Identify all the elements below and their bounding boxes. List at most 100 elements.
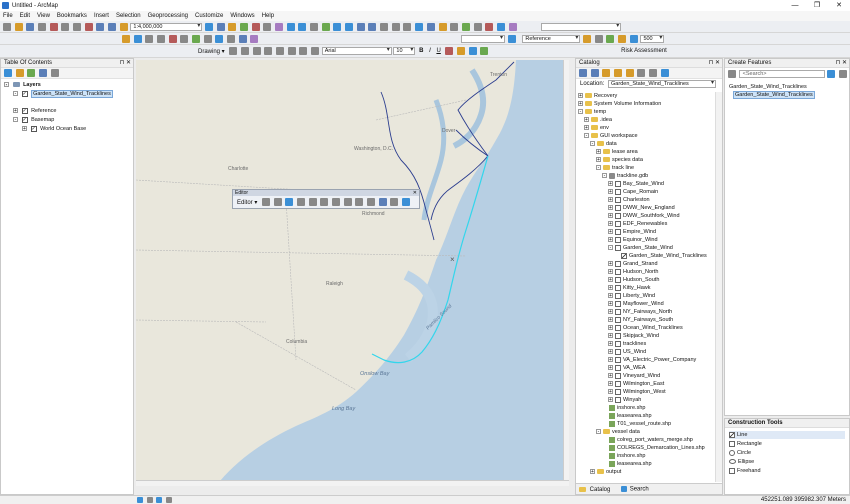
cut-polygons-icon[interactable]: [343, 198, 352, 206]
split-icon[interactable]: [355, 198, 364, 206]
organize-templates-icon[interactable]: [728, 70, 736, 78]
visibility-checkbox[interactable]: ✓: [21, 90, 28, 97]
catalog-item[interactable]: + DWW_Southfork_Wind: [608, 212, 680, 220]
python-window-icon[interactable]: [263, 23, 272, 31]
menu-geoprocessing[interactable]: Geoprocessing: [148, 13, 188, 19]
location-combo[interactable]: Garden_State_Wind_Tracklines: [608, 80, 717, 88]
catalog-item[interactable]: + US_Wind: [608, 348, 646, 356]
rotate-tool-icon[interactable]: [367, 198, 376, 206]
menu-customize[interactable]: Customize: [195, 13, 223, 19]
catalog-item[interactable]: + EDF_Renewables: [608, 220, 667, 228]
full-extent-icon[interactable]: [321, 23, 330, 31]
expand-icon[interactable]: +: [608, 293, 613, 299]
catalog-item[interactable]: - Garden_State_Wind: [608, 244, 673, 252]
menu-insert[interactable]: Insert: [94, 13, 109, 19]
line-color-icon[interactable]: [468, 47, 477, 55]
find-route-icon[interactable]: [473, 23, 482, 31]
expand-icon[interactable]: +: [608, 317, 613, 323]
expand-icon[interactable]: +: [608, 237, 613, 243]
go-forward-icon[interactable]: [368, 23, 377, 31]
fixed-zoom-in-icon[interactable]: [333, 23, 342, 31]
reference-tool-icon[interactable]: [594, 35, 603, 43]
expand-icon[interactable]: +: [608, 181, 613, 187]
collapse-icon[interactable]: -: [13, 91, 18, 97]
tool-freehand[interactable]: Freehand: [729, 467, 761, 475]
catalog-item[interactable]: + Cape_Romain: [608, 188, 658, 196]
list-by-source-icon[interactable]: [15, 69, 24, 77]
sketch-properties-icon[interactable]: [390, 198, 399, 206]
catalog-item[interactable]: +COLREGS_Demarcation_Lines.shp: [602, 444, 705, 452]
catalog-item[interactable]: - GUI workspace: [584, 132, 638, 140]
collapse-icon[interactable]: -: [602, 173, 607, 179]
marker-icon[interactable]: [299, 47, 308, 55]
maximize-button[interactable]: ❐: [806, 0, 828, 11]
cut-icon[interactable]: [49, 23, 58, 31]
expand-icon[interactable]: +: [608, 213, 613, 219]
catalog-item[interactable]: +Garden_State_Wind_Tracklines: [614, 252, 707, 260]
pin-icon[interactable]: ⊓ ✕: [709, 59, 720, 68]
text-icon[interactable]: [287, 47, 296, 55]
edit-tool-icon[interactable]: [262, 198, 271, 206]
tracking-icon[interactable]: [250, 35, 259, 43]
expand-icon[interactable]: +: [608, 389, 613, 395]
visibility-checkbox[interactable]: ✓: [21, 107, 28, 114]
catalog-item[interactable]: + Wilmington_West: [608, 388, 666, 396]
pin-icon[interactable]: ⊓ ✕: [836, 59, 847, 68]
visibility-checkbox[interactable]: ✓: [21, 116, 28, 123]
catalog-item[interactable]: - data: [590, 140, 617, 148]
pin-icon[interactable]: ⊓ ✕: [120, 59, 131, 68]
close-button[interactable]: ✕: [828, 0, 850, 11]
expand-icon[interactable]: +: [608, 301, 613, 307]
expand-icon[interactable]: +: [608, 373, 613, 379]
transparency-icon[interactable]: [215, 35, 224, 43]
measure-icon[interactable]: [450, 23, 459, 31]
expand-icon[interactable]: +: [13, 108, 18, 114]
catalog-item[interactable]: + output: [590, 468, 621, 476]
expand-icon[interactable]: +: [608, 269, 613, 275]
reference-layer-icon[interactable]: [583, 35, 592, 43]
catalog-item[interactable]: + NY_Fairways_North: [608, 308, 672, 316]
catalog-item[interactable]: + Bay_State_Wind: [608, 180, 664, 188]
up-one-level-icon[interactable]: [602, 69, 611, 77]
toc-layer-basemap[interactable]: - ✓ Basemap: [13, 116, 54, 124]
georeferencing-icon[interactable]: [122, 35, 130, 43]
catalog-item[interactable]: + NY_Fairways_South: [608, 316, 673, 324]
pause-drawing-icon[interactable]: [166, 497, 173, 503]
catalog-item[interactable]: + VA_WEA: [608, 364, 646, 372]
collapse-icon[interactable]: -: [590, 141, 595, 147]
catalog-window-icon[interactable]: [228, 23, 237, 31]
add-data-icon[interactable]: [119, 23, 128, 31]
catalog-item[interactable]: + Hudson_North: [608, 268, 658, 276]
views-icon[interactable]: [649, 69, 658, 77]
open-folder-icon[interactable]: [14, 23, 23, 31]
expand-icon[interactable]: +: [608, 349, 613, 355]
clear-selection-icon[interactable]: [391, 23, 400, 31]
map-scale-combo[interactable]: 1:4,000,000: [130, 23, 203, 31]
catalog-item[interactable]: +inshore.shp: [602, 452, 645, 460]
layer-combo[interactable]: [541, 23, 622, 31]
expand-icon[interactable]: +: [596, 149, 601, 155]
expand-icon[interactable]: +: [608, 277, 613, 283]
visibility-checkbox[interactable]: ✓: [30, 125, 37, 132]
undo-icon[interactable]: [96, 23, 105, 31]
catalog-item[interactable]: + VA_Electric_Power_Company: [608, 356, 696, 364]
fill-color-icon[interactable]: [457, 47, 466, 55]
catalog-item[interactable]: + Ocean_Wind_Tracklines: [608, 324, 683, 332]
catalog-item[interactable]: + Skipjack_Wind: [608, 332, 659, 340]
model-builder-icon[interactable]: [275, 23, 284, 31]
expand-icon[interactable]: +: [608, 397, 613, 403]
catalog-item[interactable]: + lease area: [596, 148, 638, 156]
expand-icon[interactable]: +: [608, 365, 613, 371]
expand-icon[interactable]: +: [608, 309, 613, 315]
save-icon[interactable]: [26, 23, 35, 31]
flicker-icon[interactable]: [203, 35, 212, 43]
expand-icon[interactable]: +: [608, 333, 613, 339]
editor-menu[interactable]: Editor ▾: [237, 200, 257, 206]
tool-rectangle[interactable]: Rectangle: [729, 440, 762, 448]
expand-icon[interactable]: +: [608, 357, 613, 363]
map-vertical-scrollbar[interactable]: [563, 60, 569, 486]
edit-vertices-icon[interactable]: [276, 47, 285, 55]
swipe-icon[interactable]: [192, 35, 201, 43]
zoom-in-icon[interactable]: [286, 23, 295, 31]
catalog-item[interactable]: + Mayflower_Wind: [608, 300, 664, 308]
